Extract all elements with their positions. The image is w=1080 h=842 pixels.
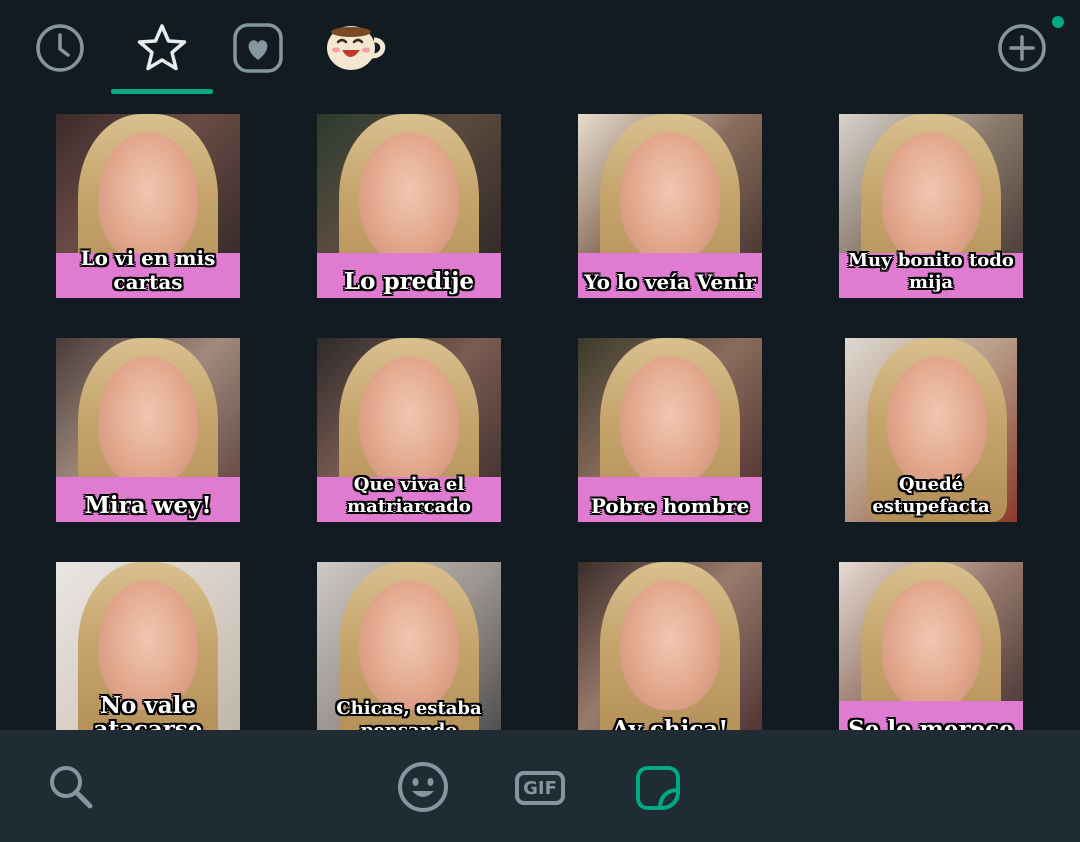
sticker-item[interactable]: Lo vi en mis cartas [56, 114, 240, 298]
sticker-caption: Pobre hombre [590, 494, 750, 518]
gif-tab-button[interactable]: GIF [512, 768, 568, 808]
sticker-caption: Mira wey! [84, 492, 212, 519]
sticker-caption: Que viva el matriarcado [347, 474, 471, 517]
sticker-tab-button[interactable] [632, 762, 684, 814]
sticker-item[interactable]: Que viva el matriarcado [317, 338, 501, 522]
heart-icon [233, 23, 283, 73]
sticker-item[interactable]: No vale atacarse [56, 562, 240, 730]
sticker-caption: No vale atacarse [93, 692, 203, 731]
coffee-cup-sticker-icon [327, 26, 386, 70]
plus-circle-icon [998, 24, 1046, 72]
sticker-caption: Yo lo veía Venir [584, 270, 756, 294]
sticker-caption: Quedé estupefacta [872, 474, 990, 517]
sticker-caption: Lo predije [343, 268, 475, 295]
sticker-item[interactable]: Chicas, estaba pensando [317, 562, 501, 730]
sticker-item[interactable]: Lo predije [317, 114, 501, 298]
sticker-item[interactable]: Ay chica! [578, 562, 762, 730]
sticker-item[interactable]: Pobre hombre [578, 338, 762, 522]
sticker-caption: Se lo merece [848, 716, 1014, 731]
sticker-caption: Chicas, estaba pensando [336, 698, 482, 730]
sticker-caption: Lo vi en mis cartas [80, 246, 216, 294]
search-button[interactable] [44, 760, 98, 814]
clock-icon [36, 24, 84, 72]
sticker-item[interactable]: Mira wey! [56, 338, 240, 522]
sticker-caption: Muy bonito todo mija [848, 250, 1014, 293]
add-sticker-button[interactable] [996, 22, 1048, 74]
bottom-toolbar: GIF [0, 730, 1080, 842]
tab-liked[interactable] [232, 22, 284, 74]
search-icon [50, 766, 93, 809]
gif-label: GIF [515, 771, 565, 805]
tab-recent[interactable] [34, 22, 86, 74]
star-icon [137, 24, 187, 71]
emoji-icon [398, 762, 448, 812]
tab-sticker-pack[interactable] [324, 22, 386, 74]
emoji-tab-button[interactable] [396, 760, 450, 814]
sticker-item[interactable]: Quedé estupefacta [845, 338, 1017, 522]
tab-favorites[interactable] [136, 22, 188, 74]
sticker-icon [636, 766, 680, 810]
sticker-category-bar [0, 0, 1080, 100]
active-tab-indicator [111, 89, 213, 94]
sticker-item[interactable]: Muy bonito todo mija [839, 114, 1023, 298]
sticker-item[interactable]: Se lo merece [839, 562, 1023, 730]
sticker-item[interactable]: Yo lo veía Venir [578, 114, 762, 298]
new-indicator-dot [1052, 16, 1064, 28]
sticker-caption: Ay chica! [611, 716, 729, 731]
sticker-grid: Lo vi en mis cartas Lo predije Yo lo veí… [0, 100, 1080, 730]
